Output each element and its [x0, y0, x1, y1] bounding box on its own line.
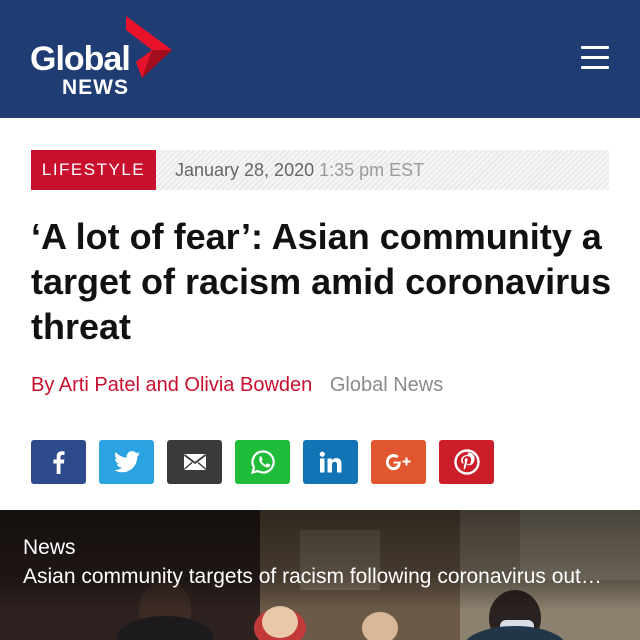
hamburger-menu-icon[interactable]	[578, 44, 612, 72]
global-news-logo[interactable]: Global NEWS	[30, 14, 180, 99]
pinterest-share-button[interactable]	[439, 440, 494, 484]
publish-time: 1:35 pm EST	[319, 160, 425, 180]
byline: By Arti Patel and Olivia Bowden Global N…	[31, 374, 443, 397]
facebook-share-button[interactable]	[31, 440, 86, 484]
article-headline: ‘A lot of fear’: Asian community a targe…	[31, 216, 612, 347]
pinterest-icon	[453, 449, 480, 475]
email-icon	[183, 454, 206, 470]
publish-dateline: January 28, 2020 1:35 pm EST	[175, 160, 424, 181]
category-badge[interactable]: LIFESTYLE	[31, 150, 156, 190]
site-header: Global NEWS	[0, 0, 640, 118]
video-overlay	[0, 510, 640, 610]
facebook-icon	[52, 451, 64, 474]
linkedin-share-button[interactable]	[303, 440, 358, 484]
video-preview[interactable]: News Asian community targets of racism f…	[0, 510, 640, 640]
publish-date: January 28, 2020	[175, 160, 315, 180]
logo-wordmark-global: Global	[30, 40, 131, 78]
whatsapp-icon	[250, 450, 275, 475]
email-share-button[interactable]	[167, 440, 222, 484]
google-plus-icon	[385, 454, 410, 471]
linkedin-icon	[319, 451, 341, 473]
byline-authors[interactable]: By Arti Patel and Olivia Bowden	[31, 374, 312, 396]
byline-outlet: Global News	[329, 374, 444, 396]
logo-red-arrow-icon	[126, 16, 172, 78]
twitter-icon	[113, 451, 140, 473]
article-meta: LIFESTYLE January 28, 2020 1:35 pm EST	[31, 150, 609, 190]
whatsapp-share-button[interactable]	[235, 440, 290, 484]
video-section-label: News	[23, 536, 76, 559]
google-plus-share-button[interactable]	[371, 440, 426, 484]
twitter-share-button[interactable]	[99, 440, 154, 484]
video-caption: Asian community targets of racism follow…	[23, 565, 613, 588]
logo-wordmark-news: NEWS	[62, 76, 129, 99]
